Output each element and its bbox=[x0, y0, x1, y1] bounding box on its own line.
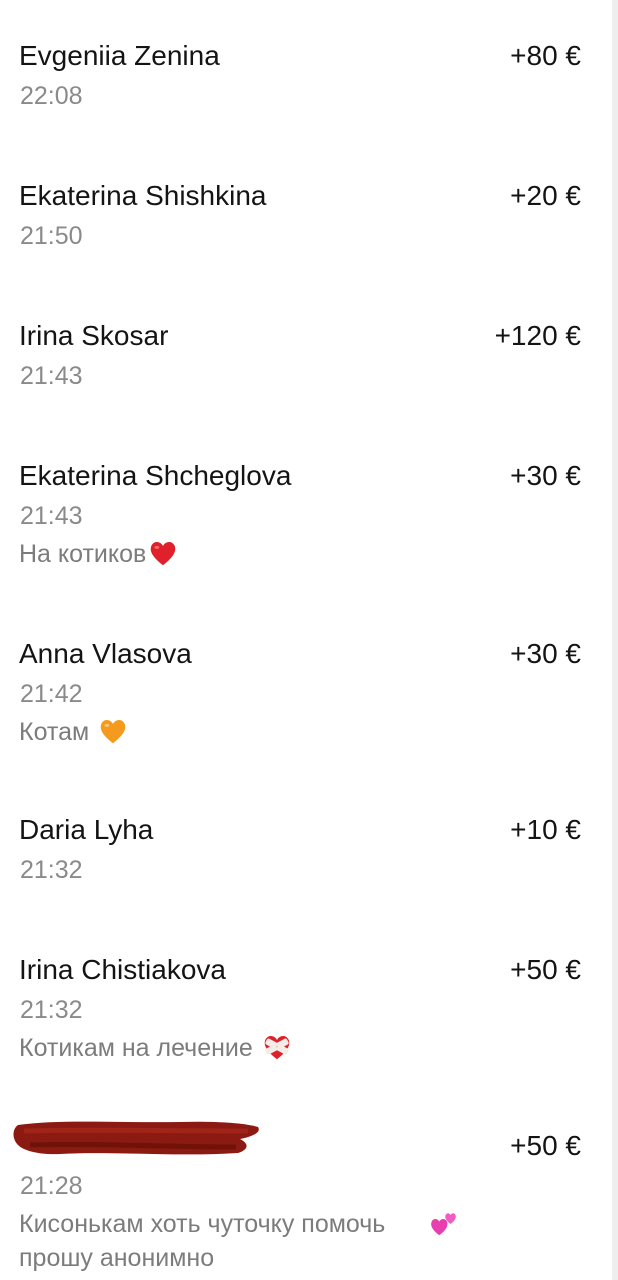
two-hearts-icon bbox=[431, 1213, 456, 1236]
payment-comment: Кисонькам хоть чуточку помочь прошу анон… bbox=[19, 1207, 539, 1275]
payer-name: Irina Chistiakova bbox=[19, 954, 226, 985]
amount: +50 € bbox=[510, 954, 581, 985]
payer-name: Anna Vlasova bbox=[19, 638, 192, 669]
timestamp: 21:28 bbox=[20, 1172, 83, 1200]
comment-text: Котам bbox=[19, 718, 97, 746]
comment-text: На котиков bbox=[19, 540, 147, 568]
timestamp: 21:42 bbox=[20, 680, 83, 708]
timestamp: 21:43 bbox=[20, 362, 83, 390]
payment-comment: На котиков bbox=[19, 537, 539, 571]
comment-text: Котикам на лечение bbox=[19, 1034, 260, 1062]
timestamp: 21:43 bbox=[20, 502, 83, 530]
redacted-name-scribble bbox=[13, 1121, 259, 1155]
payer-name: Ekaterina Shishkina bbox=[19, 180, 267, 211]
amount: +120 € bbox=[494, 320, 581, 351]
amount: +50 € bbox=[510, 1130, 581, 1161]
payer-name: Irina Skosar bbox=[19, 320, 169, 351]
timestamp: 21:32 bbox=[20, 996, 83, 1024]
timestamp: 22:08 bbox=[20, 82, 83, 110]
payer-name: Ekaterina Shcheglova bbox=[19, 460, 292, 491]
timestamp: 21:32 bbox=[20, 856, 83, 884]
timestamp: 21:50 bbox=[20, 222, 83, 250]
payment-comment: Котам bbox=[19, 715, 539, 749]
amount: +30 € bbox=[510, 638, 581, 669]
payer-name: Evgeniia Zenina bbox=[19, 40, 220, 71]
comment-text: Кисонькам хоть чуточку помочь прошу анон… bbox=[19, 1210, 386, 1272]
scrollbar-track[interactable] bbox=[612, 0, 618, 1280]
mending-heart-icon bbox=[264, 1035, 289, 1060]
payment-comment: Котикам на лечение bbox=[19, 1031, 539, 1065]
amount: +20 € bbox=[510, 180, 581, 211]
amount: +80 € bbox=[510, 40, 581, 71]
amount: +30 € bbox=[510, 460, 581, 491]
red-heart-icon bbox=[151, 541, 176, 566]
orange-heart-icon bbox=[100, 719, 126, 744]
amount: +10 € bbox=[510, 814, 581, 845]
payer-name: Daria Lyha bbox=[19, 814, 154, 845]
